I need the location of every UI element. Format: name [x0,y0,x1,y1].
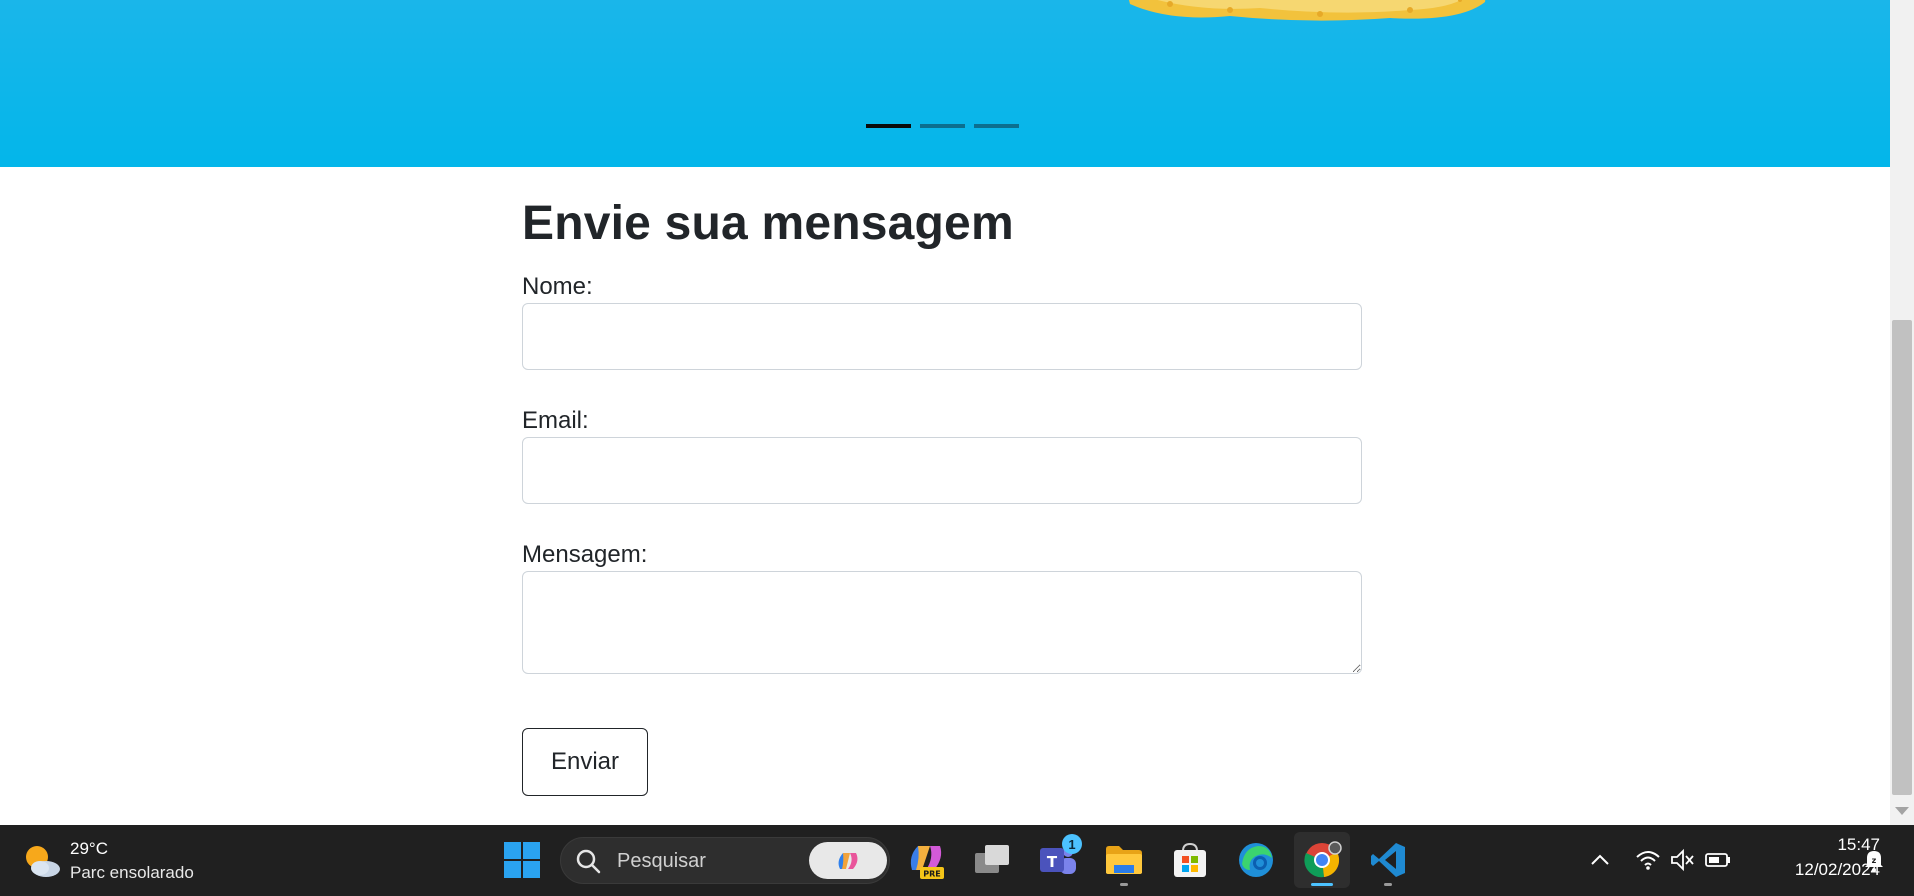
chrome-icon [1304,841,1342,878]
name-input[interactable] [522,303,1362,370]
carousel-indicator-1[interactable] [866,124,911,128]
taskbar-app-chrome[interactable] [1294,832,1350,888]
windows-start-icon [504,842,540,878]
taskbar-app-file-explorer[interactable] [1096,832,1152,888]
taskbar-app-vscode[interactable] [1360,832,1416,888]
taskbar-app-copilot-preview[interactable]: PRE [898,832,954,888]
svg-text:PRE: PRE [923,870,941,879]
message-label: Mensagem: [522,541,648,568]
running-indicator [1120,883,1128,886]
teams-notification-badge: 1 [1062,834,1082,854]
search-icon [576,849,601,874]
taskbar-search[interactable]: Pesquisar [560,837,890,884]
scrollbar-thumb[interactable] [1892,320,1912,795]
page-scrollbar[interactable] [1890,0,1914,825]
taskbar-app-edge[interactable] [1228,832,1284,888]
active-indicator [1311,883,1333,886]
form-title: Envie sua mensagem [522,197,1014,250]
taskbar-app-microsoft-store[interactable] [1162,832,1218,888]
carousel-indicator-3[interactable] [974,124,1019,128]
copilot-pre-icon: PRE [910,846,944,879]
search-placeholder: Pesquisar [617,850,706,872]
vscode-icon [1371,843,1405,877]
food-image [1129,0,1486,21]
copilot-search-button[interactable] [809,842,887,879]
taskbar-app-teams[interactable]: T 1 [1030,832,1086,888]
carousel-indicator-2[interactable] [920,124,965,128]
weather-description: Parc ensolarado [70,863,194,882]
chevron-up-icon[interactable] [1586,846,1614,874]
message-textarea[interactable] [522,571,1362,674]
task-view-icon [975,845,1009,873]
edge-icon [1239,843,1273,877]
speaker-muted-icon[interactable] [1668,846,1696,874]
battery-icon[interactable] [1704,846,1732,874]
browser-viewport: Envie sua mensagem Nome: Email: Mensagem… [0,0,1890,825]
running-indicator [1384,883,1392,886]
weather-temperature: 29°C [70,839,108,858]
email-label: Email: [522,407,589,434]
taskbar: 29°C Parc ensolarado Pesquisar PRE T 1 1… [0,825,1914,896]
submit-button[interactable]: Enviar [522,728,648,796]
copilot-icon [838,852,858,869]
notification-dnd-icon[interactable]: z [1860,846,1888,874]
svg-text:z: z [1872,856,1877,865]
hero-carousel [0,0,1890,167]
email-input[interactable] [522,437,1362,504]
partly-sunny-icon [26,846,60,877]
folder-icon [1106,846,1142,874]
scroll-down-arrow-icon[interactable] [1895,807,1909,815]
name-label: Nome: [522,273,593,300]
start-button[interactable] [494,832,550,888]
taskbar-app-task-view[interactable] [964,832,1020,888]
svg-text:T: T [1047,853,1058,871]
store-icon [1174,842,1206,877]
wifi-icon[interactable] [1634,846,1662,874]
